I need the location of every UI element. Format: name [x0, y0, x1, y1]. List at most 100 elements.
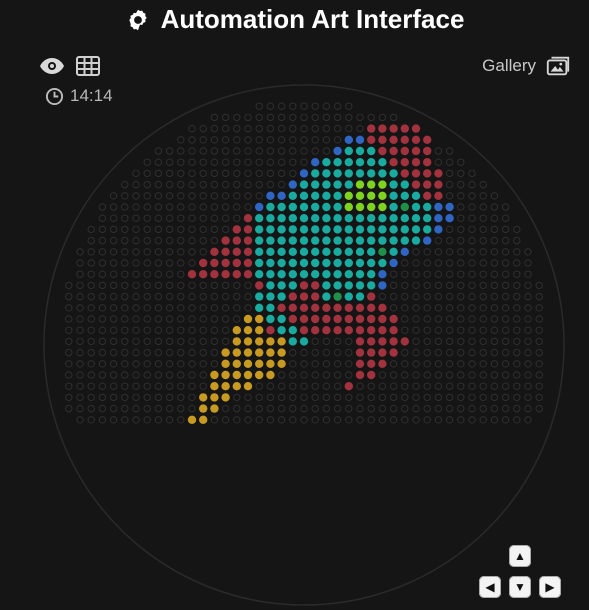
empty-dot[interactable] [479, 337, 487, 346]
filled-dot[interactable] [333, 202, 342, 212]
filled-dot[interactable] [423, 135, 432, 144]
empty-dot[interactable] [468, 248, 476, 256]
empty-dot[interactable] [412, 371, 420, 379]
filled-dot[interactable] [333, 158, 342, 167]
empty-dot[interactable] [154, 337, 163, 346]
empty-dot[interactable] [468, 270, 476, 278]
filled-dot[interactable] [221, 270, 230, 279]
filled-dot[interactable] [277, 314, 286, 324]
filled-dot[interactable] [333, 225, 342, 234]
empty-dot[interactable] [322, 124, 331, 133]
empty-dot[interactable] [154, 416, 163, 424]
filled-dot[interactable] [288, 236, 297, 245]
empty-dot[interactable] [210, 337, 219, 346]
filled-dot[interactable] [288, 326, 297, 335]
empty-dot[interactable] [65, 348, 73, 357]
empty-dot[interactable] [199, 360, 207, 368]
empty-dot[interactable] [233, 292, 241, 301]
empty-dot[interactable] [277, 371, 286, 379]
filled-dot[interactable] [311, 158, 320, 167]
empty-dot[interactable] [479, 281, 487, 290]
empty-dot[interactable] [434, 348, 443, 357]
empty-dot[interactable] [233, 136, 241, 144]
empty-dot[interactable] [199, 236, 207, 245]
filled-dot[interactable] [221, 258, 230, 268]
empty-dot[interactable] [434, 371, 443, 379]
empty-dot[interactable] [143, 270, 151, 278]
empty-dot[interactable] [233, 158, 241, 166]
empty-dot[interactable] [345, 124, 353, 133]
empty-dot[interactable] [457, 203, 465, 211]
filled-dot[interactable] [232, 370, 241, 380]
empty-dot[interactable] [513, 404, 521, 413]
empty-dot[interactable] [210, 281, 219, 290]
empty-dot[interactable] [445, 192, 454, 200]
empty-dot[interactable] [210, 214, 219, 222]
empty-dot[interactable] [524, 270, 532, 278]
empty-dot[interactable] [177, 136, 185, 144]
empty-dot[interactable] [65, 292, 73, 301]
filled-dot[interactable] [199, 404, 208, 413]
filled-dot[interactable] [210, 370, 219, 380]
filled-dot[interactable] [311, 281, 320, 290]
empty-dot[interactable] [188, 393, 196, 402]
filled-dot[interactable] [400, 146, 409, 156]
empty-dot[interactable] [457, 169, 465, 178]
empty-dot[interactable] [244, 158, 252, 166]
filled-dot[interactable] [378, 135, 387, 144]
empty-dot[interactable] [322, 136, 331, 144]
empty-dot[interactable] [244, 136, 252, 144]
empty-dot[interactable] [244, 416, 252, 424]
filled-dot[interactable] [221, 382, 230, 391]
empty-dot[interactable] [479, 326, 487, 334]
empty-dot[interactable] [98, 304, 107, 312]
empty-dot[interactable] [468, 169, 476, 178]
empty-dot[interactable] [177, 404, 185, 413]
empty-dot[interactable] [221, 147, 230, 155]
filled-dot[interactable] [299, 247, 309, 256]
empty-dot[interactable] [177, 169, 185, 178]
empty-dot[interactable] [210, 158, 219, 166]
empty-dot[interactable] [535, 337, 543, 346]
filled-dot[interactable] [266, 370, 275, 380]
empty-dot[interactable] [188, 360, 196, 368]
filled-dot[interactable] [288, 337, 297, 346]
empty-dot[interactable] [154, 214, 163, 222]
filled-dot[interactable] [288, 202, 297, 212]
filled-dot[interactable] [311, 180, 320, 189]
empty-dot[interactable] [98, 360, 107, 368]
filled-dot[interactable] [434, 214, 443, 223]
empty-dot[interactable] [479, 393, 487, 402]
empty-dot[interactable] [345, 393, 353, 402]
filled-dot[interactable] [389, 225, 398, 234]
empty-dot[interactable] [143, 304, 151, 312]
filled-dot[interactable] [367, 225, 376, 234]
empty-dot[interactable] [210, 326, 219, 334]
empty-dot[interactable] [121, 348, 129, 357]
empty-dot[interactable] [87, 248, 95, 256]
empty-dot[interactable] [445, 248, 454, 256]
empty-dot[interactable] [76, 259, 84, 267]
empty-dot[interactable] [345, 360, 353, 368]
empty-dot[interactable] [154, 304, 163, 312]
empty-dot[interactable] [524, 337, 532, 346]
filled-dot[interactable] [367, 370, 376, 380]
empty-dot[interactable] [121, 315, 129, 323]
filled-dot[interactable] [411, 158, 421, 167]
filled-dot[interactable] [210, 382, 219, 391]
empty-dot[interactable] [210, 147, 219, 155]
empty-dot[interactable] [109, 225, 118, 234]
filled-dot[interactable] [378, 146, 387, 156]
empty-dot[interactable] [87, 326, 95, 334]
filled-dot[interactable] [344, 169, 353, 178]
empty-dot[interactable] [333, 337, 342, 346]
empty-dot[interactable] [121, 203, 129, 211]
empty-dot[interactable] [345, 102, 353, 110]
filled-dot[interactable] [288, 303, 297, 312]
empty-dot[interactable] [300, 147, 308, 155]
empty-dot[interactable] [188, 348, 196, 357]
empty-dot[interactable] [143, 259, 151, 267]
filled-dot[interactable] [389, 214, 398, 223]
empty-dot[interactable] [468, 180, 476, 189]
empty-dot[interactable] [109, 382, 118, 390]
